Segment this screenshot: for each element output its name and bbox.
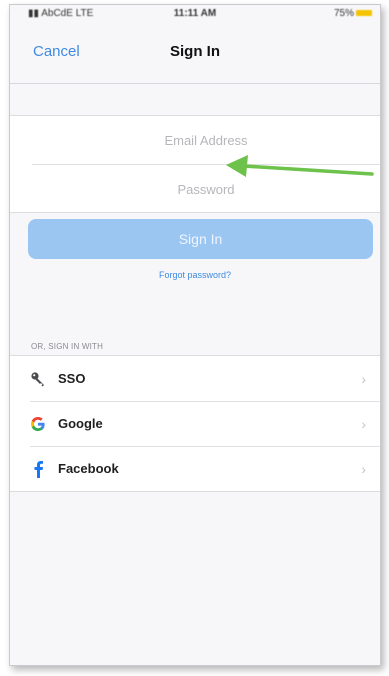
facebook-icon — [28, 460, 48, 478]
key-icon — [28, 371, 48, 387]
google-row[interactable]: Google › — [10, 401, 380, 446]
provider-label: SSO — [58, 371, 86, 386]
sso-row[interactable]: SSO › — [10, 356, 380, 401]
provider-label: Facebook — [58, 461, 119, 476]
battery-icon — [356, 10, 372, 17]
chevron-right-icon: › — [361, 370, 366, 387]
chevron-right-icon: › — [361, 415, 366, 432]
navbar-divider — [10, 83, 380, 84]
provider-list: SSO › Google › Facebook › — [10, 355, 380, 492]
cancel-button[interactable]: Cancel — [33, 43, 80, 60]
sign-in-button[interactable]: Sign In — [28, 219, 373, 259]
password-field[interactable] — [32, 165, 380, 213]
navigation-bar: Cancel Sign In — [10, 43, 380, 67]
google-icon — [28, 415, 48, 433]
phone-screen: ▮▮ AbCdE LTE 11:11 AM 75% Cancel Sign In… — [9, 4, 381, 666]
status-bar: ▮▮ AbCdE LTE 11:11 AM 75% — [10, 5, 380, 23]
provider-label: Google — [58, 416, 103, 431]
battery-percent: 75% — [333, 8, 354, 19]
credentials-form — [10, 115, 380, 213]
chevron-right-icon: › — [361, 460, 366, 477]
email-field[interactable] — [32, 116, 380, 164]
facebook-row[interactable]: Facebook › — [10, 446, 380, 491]
battery-indicator: 75% — [334, 8, 372, 19]
clock-label: 11:11 AM — [173, 8, 217, 19]
alt-signin-heading: OR, SIGN IN WITH — [31, 342, 104, 351]
forgot-password-link[interactable]: Forgot password? — [10, 270, 380, 280]
